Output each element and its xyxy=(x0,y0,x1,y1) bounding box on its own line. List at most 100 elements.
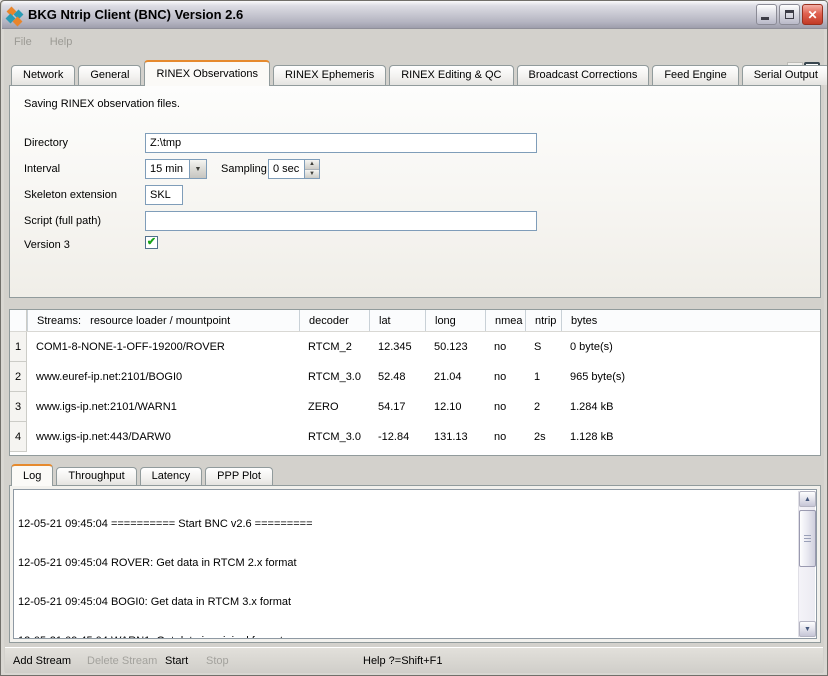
config-tab-bar: Network General RINEX Observations RINEX… xyxy=(11,59,819,85)
close-icon: ✕ xyxy=(807,8,817,22)
log-line: 12-05-21 09:45:04 BOGI0: Get data in RTC… xyxy=(18,596,794,609)
interval-combo[interactable]: 15 min ▼ xyxy=(145,159,207,179)
streams-table: Streams: resource loader / mountpoint de… xyxy=(9,309,821,456)
cell-nmea: no xyxy=(485,332,525,362)
streams-table-header: Streams: resource loader / mountpoint de… xyxy=(10,310,820,332)
tab-broadcast-corrections[interactable]: Broadcast Corrections xyxy=(517,65,650,85)
directory-input[interactable] xyxy=(145,133,537,153)
sampling-label: Sampling xyxy=(221,163,267,175)
header-lat: lat xyxy=(369,310,425,331)
cell-mountpoint: www.euref-ip.net:2101/BOGI0 xyxy=(27,362,299,392)
start-button[interactable]: Start xyxy=(163,653,190,669)
bnc-window: BKG Ntrip Client (BNC) Version 2.6 ✕ Fil… xyxy=(0,0,828,676)
cell-nmea: no xyxy=(485,392,525,422)
cell-long: 21.04 xyxy=(425,362,485,392)
tab-serial-output[interactable]: Serial Output xyxy=(742,65,828,85)
cell-bytes: 0 byte(s) xyxy=(561,332,820,362)
log-line: 12-05-21 09:45:04 ========== Start BNC v… xyxy=(18,518,794,531)
table-row[interactable]: 2 www.euref-ip.net:2101/BOGI0 RTCM_3.0 5… xyxy=(10,362,820,392)
tab-rinex-ephemeris[interactable]: RINEX Ephemeris xyxy=(273,65,386,85)
spin-up-icon[interactable]: ▲ xyxy=(305,160,319,170)
maximize-button[interactable] xyxy=(779,4,800,25)
header-corner xyxy=(10,310,27,331)
delete-stream-button: Delete Stream xyxy=(85,653,159,669)
skeleton-extension-label: Skeleton extension xyxy=(24,189,117,201)
chevron-down-icon[interactable]: ▼ xyxy=(189,160,206,178)
cell-mountpoint: COM1-8-NONE-1-OFF-19200/ROVER xyxy=(27,332,299,362)
cell-bytes: 1.284 kB xyxy=(561,392,820,422)
skeleton-extension-input[interactable] xyxy=(145,185,183,205)
header-decoder: decoder xyxy=(299,310,369,331)
cell-ntrip: 2 xyxy=(525,392,561,422)
help-hint: Help ?=Shift+F1 xyxy=(361,653,445,669)
script-input[interactable] xyxy=(145,211,537,231)
version3-label: Version 3 xyxy=(24,239,70,251)
cell-ntrip: 2s xyxy=(525,422,561,452)
header-ntrip: ntrip xyxy=(525,310,561,331)
monitor-tab-bar: Log Throughput Latency PPP Plot xyxy=(11,463,276,485)
cell-decoder: RTCM_3.0 xyxy=(299,362,369,392)
cell-decoder: ZERO xyxy=(299,392,369,422)
tab-network[interactable]: Network xyxy=(11,65,75,85)
version3-checkbox[interactable]: ✔ xyxy=(145,236,158,249)
script-label: Script (full path) xyxy=(24,215,101,227)
app-icon xyxy=(7,7,23,23)
row-number: 3 xyxy=(10,392,27,422)
log-line: 12-05-21 09:45:04 ROVER: Get data in RTC… xyxy=(18,557,794,570)
cell-decoder: RTCM_2 xyxy=(299,332,369,362)
minimize-button[interactable] xyxy=(756,4,777,25)
scrollbar-thumb[interactable] xyxy=(799,510,816,567)
add-stream-button[interactable]: Add Stream xyxy=(11,653,73,669)
cell-lat: 12.345 xyxy=(369,332,425,362)
header-bytes: bytes xyxy=(561,310,820,331)
stop-button: Stop xyxy=(204,653,231,669)
rinex-observations-panel: Saving RINEX observation files. Director… xyxy=(9,85,821,298)
header-long: long xyxy=(425,310,485,331)
cell-mountpoint: www.igs-ip.net:2101/WARN1 xyxy=(27,392,299,422)
table-row[interactable]: 3 www.igs-ip.net:2101/WARN1 ZERO 54.17 1… xyxy=(10,392,820,422)
sampling-value: 0 sec xyxy=(269,160,304,178)
table-row[interactable]: 4 www.igs-ip.net:443/DARW0 RTCM_3.0 -12.… xyxy=(10,422,820,452)
menu-help[interactable]: Help xyxy=(41,33,82,51)
tab-log[interactable]: Log xyxy=(11,464,53,486)
minimize-icon xyxy=(761,17,769,20)
tab-rinex-editing-qc[interactable]: RINEX Editing & QC xyxy=(389,65,513,85)
thumb-grip-icon xyxy=(804,535,811,543)
cell-mountpoint: www.igs-ip.net:443/DARW0 xyxy=(27,422,299,452)
cell-long: 12.10 xyxy=(425,392,485,422)
close-button[interactable]: ✕ xyxy=(802,4,823,25)
row-number: 2 xyxy=(10,362,27,392)
cell-lat: -12.84 xyxy=(369,422,425,452)
row-number: 1 xyxy=(10,332,27,362)
action-bar: Add Stream Delete Stream Start Stop Help… xyxy=(5,647,823,673)
log-panel: 12-05-21 09:45:04 ========== Start BNC v… xyxy=(9,485,821,643)
cell-decoder: RTCM_3.0 xyxy=(299,422,369,452)
tab-throughput[interactable]: Throughput xyxy=(56,467,136,485)
menu-file[interactable]: File xyxy=(5,33,41,51)
cell-long: 131.13 xyxy=(425,422,485,452)
scroll-down-icon[interactable]: ▼ xyxy=(799,621,816,637)
cell-lat: 54.17 xyxy=(369,392,425,422)
tab-feed-engine[interactable]: Feed Engine xyxy=(652,65,738,85)
sampling-spinbox[interactable]: 0 sec ▲ ▼ xyxy=(268,159,320,179)
log-scrollbar[interactable]: ▲ ▼ xyxy=(798,491,815,637)
directory-label: Directory xyxy=(24,137,68,149)
tab-latency[interactable]: Latency xyxy=(140,467,203,485)
cell-ntrip: S xyxy=(525,332,561,362)
tab-general[interactable]: General xyxy=(78,65,141,85)
scroll-up-icon[interactable]: ▲ xyxy=(799,491,816,507)
cell-bytes: 1.128 kB xyxy=(561,422,820,452)
tab-rinex-observations[interactable]: RINEX Observations xyxy=(144,60,269,86)
cell-ntrip: 1 xyxy=(525,362,561,392)
window-title: BKG Ntrip Client (BNC) Version 2.6 xyxy=(28,7,756,22)
spin-down-icon[interactable]: ▼ xyxy=(305,170,319,179)
header-nmea: nmea xyxy=(485,310,525,331)
log-lines: 12-05-21 09:45:04 ========== Start BNC v… xyxy=(14,490,798,638)
log-textarea[interactable]: 12-05-21 09:45:04 ========== Start BNC v… xyxy=(13,489,817,639)
cell-nmea: no xyxy=(485,422,525,452)
maximize-icon xyxy=(785,10,794,19)
title-bar[interactable]: BKG Ntrip Client (BNC) Version 2.6 ✕ xyxy=(2,1,828,29)
tab-ppp-plot[interactable]: PPP Plot xyxy=(205,467,273,485)
cell-nmea: no xyxy=(485,362,525,392)
table-row[interactable]: 1 COM1-8-NONE-1-OFF-19200/ROVER RTCM_2 1… xyxy=(10,332,820,362)
